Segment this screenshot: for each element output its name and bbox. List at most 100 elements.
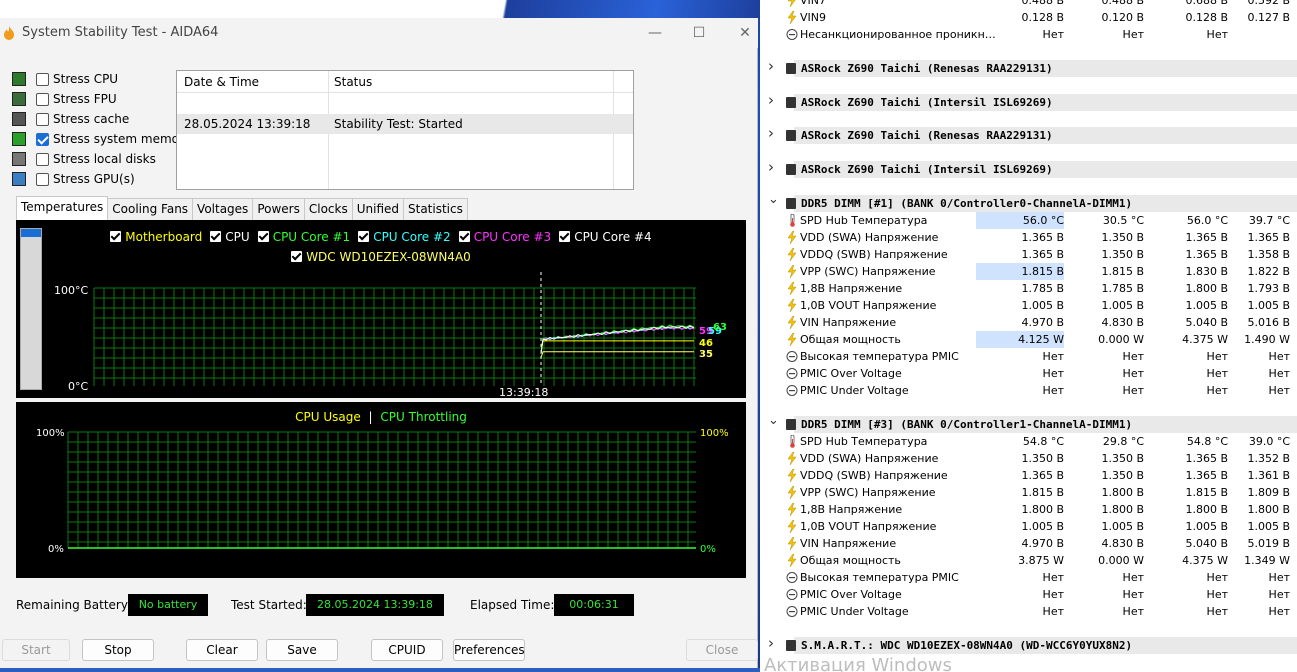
stress-checkbox[interactable]: [36, 112, 49, 126]
sensor-row[interactable]: VIN Напряжение 4.970 В 4.830 В 5.040 В 5.019…: [760, 535, 1297, 552]
sensor-row[interactable]: 1,8В Напряжение 1.785 В 1.785 В 1.800 В 1.79…: [760, 280, 1297, 297]
sensor-row[interactable]: PMIC Over Voltage Нет Нет Нет Нет: [760, 365, 1297, 382]
sensor-value: 29.8 °C: [1102, 435, 1144, 448]
sensor-value: Нет: [1042, 384, 1064, 397]
chevron-right-icon[interactable]: ›: [768, 125, 774, 142]
memory-chip-icon: [786, 63, 796, 74]
tab-temperatures[interactable]: Temperatures: [16, 196, 109, 220]
sensor-value: 1.800 В: [1101, 503, 1144, 516]
sensor-row[interactable]: 1,0В VOUT Напряжение 1.005 В 1.005 В 1.005 …: [760, 518, 1297, 535]
stress-option[interactable]: Stress local disks: [12, 150, 156, 168]
sensor-row[interactable]: VDD (SWA) Напряжение 1.365 В 1.350 В 1.365 …: [760, 229, 1297, 246]
col-status-header[interactable]: Status: [327, 71, 372, 93]
sensor-value: 39.0 °C: [1248, 435, 1290, 448]
stress-option[interactable]: Stress system memory: [12, 130, 191, 148]
sensor-row[interactable]: SPD Hub Температура 56.0 °C 30.5 °C 56.0 °C…: [760, 212, 1297, 229]
sensor-row[interactable]: PMIC Under Voltage Нет Нет Нет Нет: [760, 382, 1297, 399]
tab-statistics[interactable]: Statistics: [403, 198, 468, 220]
stability-test-window: System Stability Test - AIDA64 — ☐ ✕ Str…: [0, 18, 758, 672]
alert-circle-icon: [786, 384, 798, 397]
sensor-row[interactable]: VIN9 0.128 В 0.120 В 0.128 В 0.127 В: [760, 9, 1297, 26]
sensor-row[interactable]: SPD Hub Температура 54.8 °C 29.8 °C 54.8 °C…: [760, 433, 1297, 450]
col-datetime-header[interactable]: Date & Time: [177, 71, 259, 93]
tab-cooling-fans[interactable]: Cooling Fans: [107, 198, 194, 220]
sensor-row[interactable]: Высокая температура PMIC Нет Нет Нет Нет: [760, 569, 1297, 586]
sensor-value: 1.800 В: [1021, 503, 1064, 516]
chevron-right-icon[interactable]: ›: [768, 92, 774, 109]
sensor-name: SPD Hub Температура: [800, 214, 928, 227]
sensor-group-header[interactable]: ⌄ DDR5 DIMM [#1] (BANK 0/Controller0-Chan…: [760, 192, 1297, 212]
sensor-row[interactable]: VPP (SWC) Напряжение 1.815 В 1.800 В 1.815 …: [760, 484, 1297, 501]
minimize-button[interactable]: —: [640, 22, 670, 44]
maximize-button[interactable]: ☐: [684, 22, 714, 44]
stress-checkbox[interactable]: [36, 72, 49, 86]
sensor-value: 1.815 В: [1101, 265, 1144, 278]
sensor-group-title: ASRock Z690 Taichi (Intersil ISL69269): [801, 96, 1053, 109]
sensor-group-header[interactable]: › ASRock Z690 Taichi (Intersil ISL69269): [760, 159, 1297, 178]
alert-circle-icon: [786, 571, 798, 584]
stress-checkbox[interactable]: [36, 152, 49, 166]
sensor-row[interactable]: VDD (SWA) Напряжение 1.350 В 1.350 В 1.365 …: [760, 450, 1297, 467]
cpu-legend: CPU Usage | CPU Throttling: [16, 410, 746, 424]
close-window-button[interactable]: ✕: [730, 22, 760, 44]
sensor-value: 1.800 В: [1247, 503, 1290, 516]
sensor-row[interactable]: VPP (SWC) Напряжение 1.815 В 1.815 В 1.830 …: [760, 263, 1297, 280]
sensor-row[interactable]: VDDQ (SWB) Напряжение 1.365 В 1.350 В 1.365…: [760, 246, 1297, 263]
sensor-row[interactable]: 1,0В VOUT Напряжение 1.005 В 1.005 В 1.005 …: [760, 297, 1297, 314]
tab-unified[interactable]: Unified: [351, 198, 404, 220]
chevron-right-icon[interactable]: ›: [768, 58, 774, 75]
sensor-name: Высокая температура PMIC: [800, 571, 959, 584]
preferences-button[interactable]: Preferences: [453, 639, 525, 661]
sensor-row[interactable]: PMIC Over Voltage Нет Нет Нет Нет: [760, 586, 1297, 603]
sensor-row[interactable]: Общая мощность 4.125 W 0.000 W 4.375 W 1.490…: [760, 331, 1297, 348]
sensor-name: VIN7: [800, 0, 826, 7]
y-axis-bottom-label: 0°C: [68, 380, 88, 393]
sensor-row[interactable]: VDDQ (SWB) Напряжение 1.365 В 1.350 В 1.365…: [760, 467, 1297, 484]
stop-button[interactable]: Stop: [82, 639, 154, 661]
sensor-value: 1.349 W: [1244, 554, 1290, 567]
chevron-right-icon[interactable]: ›: [768, 159, 774, 176]
sensor-value: 1.815 В: [1021, 486, 1064, 499]
stress-checkbox[interactable]: [36, 172, 49, 186]
sensor-group-header[interactable]: › S.M.A.R.T.: WDC WD10EZEX-08WN4A0 (WD-WC…: [760, 635, 1297, 654]
tab-powers[interactable]: Powers: [252, 198, 305, 220]
tab-clocks[interactable]: Clocks: [303, 198, 353, 220]
sensor-group-header[interactable]: ⌄ DDR5 DIMM [#3] (BANK 0/Controller1-Chan…: [760, 413, 1297, 433]
sensor-name: PMIC Over Voltage: [800, 588, 902, 601]
stress-option[interactable]: Stress FPU: [12, 90, 117, 108]
chevron-right-icon[interactable]: ›: [768, 635, 774, 652]
sensor-group-header[interactable]: › ASRock Z690 Taichi (Intersil ISL69269): [760, 92, 1297, 111]
clear-button[interactable]: Clear: [186, 639, 258, 661]
sensor-row[interactable]: Общая мощность 3.875 W 0.000 W 4.375 W 1.349…: [760, 552, 1297, 569]
sensor-row[interactable]: 1,8В Напряжение 1.800 В 1.800 В 1.800 В 1.80…: [760, 501, 1297, 518]
voltage-icon: [786, 536, 798, 551]
memory-module-icon: [12, 132, 26, 146]
sensor-row[interactable]: PMIC Under Voltage Нет Нет Нет Нет: [760, 603, 1297, 620]
sensor-value: Нет: [1122, 367, 1144, 380]
close-button[interactable]: Close: [686, 639, 758, 661]
sensor-group-header[interactable]: › ASRock Z690 Taichi (Renesas RAA229131): [760, 58, 1297, 77]
save-button[interactable]: Save: [266, 639, 338, 661]
tab-voltages[interactable]: Voltages: [192, 198, 254, 220]
sensor-value: 1.361 В: [1247, 469, 1290, 482]
flame-icon: [4, 26, 14, 40]
sensor-value: 1.785 В: [1021, 282, 1064, 295]
stress-option[interactable]: Stress GPU(s): [12, 170, 135, 188]
stress-checkbox[interactable]: [36, 92, 49, 106]
cpuid-button[interactable]: CPUID: [371, 639, 443, 661]
stress-option[interactable]: Stress CPU: [12, 70, 118, 88]
sensor-group-header[interactable]: › ASRock Z690 Taichi (Renesas RAA229131): [760, 125, 1297, 144]
voltage-icon: [786, 298, 798, 313]
stress-option[interactable]: Stress cache: [12, 110, 129, 128]
sensor-row[interactable]: VIN7 0.488 В 0.488 В 0.688 В 0.592 В: [760, 0, 1297, 9]
stress-checkbox[interactable]: [36, 132, 49, 146]
chevron-down-icon[interactable]: ⌄: [768, 191, 779, 208]
start-button[interactable]: Start: [2, 639, 70, 661]
sensor-row[interactable]: Высокая температура PMIC Нет Нет Нет Нет: [760, 348, 1297, 365]
title-bar[interactable]: System Stability Test - AIDA64 — ☐ ✕: [0, 18, 758, 48]
alert-circle-icon: [786, 28, 798, 41]
sensor-row[interactable]: VIN Напряжение 4.970 В 4.830 В 5.040 В 5.016…: [760, 314, 1297, 331]
sensor-row[interactable]: Несанкционированное проникн… Нет Нет Нет: [760, 26, 1297, 43]
chevron-down-icon[interactable]: ⌄: [768, 412, 779, 429]
sensor-name: VIN Напряжение: [800, 316, 897, 329]
